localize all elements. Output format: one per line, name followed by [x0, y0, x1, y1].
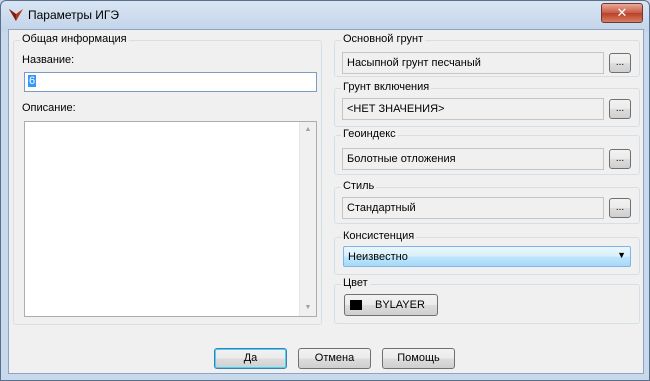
color-swatch	[350, 300, 362, 310]
inclusion-soil-browse-button[interactable]: ...	[609, 99, 631, 119]
inclusion-soil-field: <НЕТ ЗНАЧЕНИЯ>	[342, 98, 604, 120]
scroll-up-icon[interactable]: ▲	[300, 122, 316, 138]
dialog-client-area: Общая информация Название: 6 Описание: ▲…	[8, 29, 644, 374]
window-title: Параметры ИГЭ	[28, 8, 120, 22]
ok-button[interactable]: Да	[214, 348, 287, 369]
main-soil-browse-button[interactable]: ...	[609, 53, 631, 73]
name-label: Название:	[22, 54, 75, 66]
inclusion-soil-title: Грунт включения	[341, 81, 432, 93]
name-input-value: 6	[28, 75, 37, 87]
geoindex-field: Болотные отложения	[342, 148, 604, 170]
general-info-title: Общая информация	[20, 33, 129, 45]
app-logo-icon	[9, 9, 23, 21]
dialog-window: Параметры ИГЭ ✕ Общая информация Названи…	[0, 0, 650, 381]
general-info-group: Общая информация Название: 6 Описание: ▲…	[13, 33, 322, 325]
help-button[interactable]: Помощь	[382, 348, 455, 369]
scroll-down-icon[interactable]: ▼	[300, 300, 316, 316]
style-field: Стандартный	[342, 197, 604, 219]
consistency-selected-value: Неизвестно	[348, 251, 408, 263]
color-picker-button[interactable]: BYLAYER	[344, 294, 438, 316]
close-button[interactable]: ✕	[601, 3, 643, 23]
title-bar[interactable]: Параметры ИГЭ ✕	[1, 1, 649, 29]
main-soil-title: Основной грунт	[341, 33, 426, 45]
geoindex-title: Геоиндекс	[341, 128, 398, 140]
description-textarea[interactable]: ▲ ▼	[24, 121, 317, 317]
geoindex-browse-button[interactable]: ...	[609, 149, 631, 169]
consistency-select[interactable]: Неизвестно ▼	[343, 246, 631, 267]
style-title: Стиль	[341, 180, 377, 192]
color-title: Цвет	[341, 277, 370, 289]
name-input[interactable]: 6	[24, 72, 317, 92]
consistency-title: Консистенция	[341, 230, 417, 242]
style-browse-button[interactable]: ...	[609, 198, 631, 218]
close-icon: ✕	[616, 5, 628, 20]
cancel-button[interactable]: Отмена	[298, 348, 371, 369]
chevron-down-icon: ▼	[617, 250, 626, 260]
color-value: BYLAYER	[375, 299, 425, 311]
description-scrollbar[interactable]: ▲ ▼	[299, 122, 316, 316]
description-label: Описание:	[22, 102, 76, 114]
main-soil-field: Насыпной грунт песчаный	[342, 52, 604, 74]
